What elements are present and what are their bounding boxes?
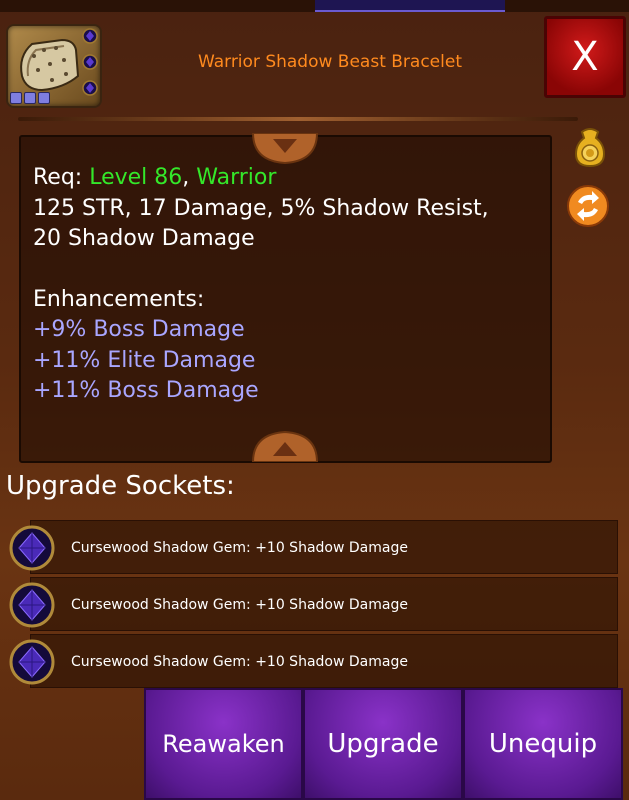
top-tab: [315, 0, 505, 12]
socket-label: Cursewood Shadow Gem: +10 Shadow Damage: [71, 540, 408, 556]
socket-label: Cursewood Shadow Gem: +10 Shadow Damage: [71, 654, 408, 670]
scroll-up-arrow[interactable]: [249, 430, 321, 462]
item-title: Warrior Shadow Beast Bracelet: [197, 52, 462, 72]
swap-icon[interactable]: [566, 184, 610, 228]
socket-gem-icon: [82, 80, 98, 96]
stats-line: 125 STR, 17 Damage, 5% Shadow Resist,: [33, 195, 489, 221]
enhancements-title: Enhancements:: [33, 286, 205, 312]
upgrade-button[interactable]: Upgrade: [303, 688, 463, 800]
unequip-button[interactable]: Unequip: [463, 688, 623, 800]
stats-line: 20 Shadow Damage: [33, 226, 255, 251]
enhancement-item: +11% Boss Damage: [33, 378, 259, 403]
requirement-line: Req: Level 86, Warrior: [33, 165, 277, 190]
bracelet-icon: [20, 38, 80, 92]
socket-label: Cursewood Shadow Gem: +10 Shadow Damage: [71, 597, 408, 613]
top-strip: [0, 0, 629, 12]
header-divider: [18, 117, 578, 121]
req-class: Warrior: [196, 165, 277, 190]
socket-row[interactable]: Cursewood Shadow Gem: +10 Shadow Damage: [9, 520, 618, 574]
socket-gem-icon: [82, 54, 98, 70]
socket-row[interactable]: Cursewood Shadow Gem: +10 Shadow Damage: [9, 634, 618, 688]
reawaken-button[interactable]: Reawaken: [144, 688, 303, 800]
shadow-gem-icon: [9, 639, 55, 685]
item-icon: [6, 24, 102, 108]
upgrade-pip: [10, 92, 22, 104]
socket-gem-icon: [82, 28, 98, 44]
upgrade-sockets-title: Upgrade Sockets:: [6, 471, 235, 501]
shadow-gem-icon: [9, 525, 55, 571]
upgrade-pip: [24, 92, 36, 104]
shadow-gem-icon: [9, 582, 55, 628]
gold-bag-icon[interactable]: [568, 124, 612, 168]
description-panel[interactable]: Req: Level 86, Warrior 125 STR, 17 Damag…: [19, 135, 552, 463]
socket-row[interactable]: Cursewood Shadow Gem: +10 Shadow Damage: [9, 577, 618, 631]
close-button[interactable]: X: [544, 16, 626, 98]
req-level: Level 86: [89, 165, 183, 190]
upgrade-pip: [38, 92, 50, 104]
enhancement-item: +9% Boss Damage: [33, 317, 245, 342]
description-text: Req: Level 86, Warrior 125 STR, 17 Damag…: [33, 163, 543, 407]
enhancement-item: +11% Elite Damage: [33, 347, 256, 373]
scroll-down-arrow[interactable]: [249, 133, 321, 165]
